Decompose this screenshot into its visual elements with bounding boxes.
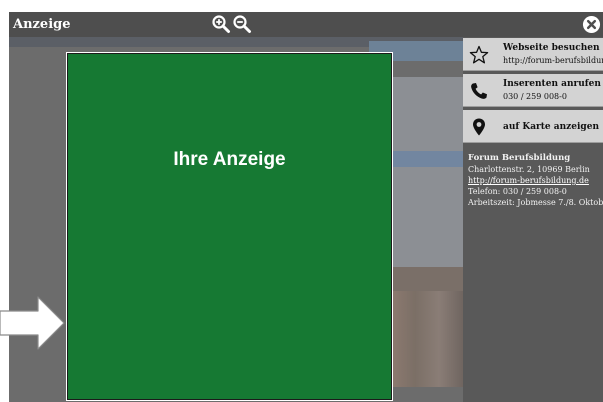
zoom-in-icon[interactable] [211,14,231,34]
star-icon [469,45,489,64]
advertiser-address: Charlottenstr. 2, 10969 Berlin [468,165,590,174]
phone-icon [471,83,487,99]
close-icon[interactable] [582,15,601,34]
visit-website-button[interactable]: Webseite besuchen http://forum-berufsbil… [463,38,603,71]
ad-viewer: Anzeige Ihre Anzeige Webseite besuchen h… [9,12,603,402]
background-photo-people [391,291,463,387]
viewer-titlebar: Anzeige [9,12,603,37]
visit-website-label: Webseite besuchen [503,43,600,53]
advertiser-info: Forum Berufsbildung Charlottenstr. 2, 10… [468,153,603,208]
advertiser-phone: Telefon: 030 / 259 008-0 [468,187,567,196]
advertiser-panel: Webseite besuchen http://forum-berufsbil… [463,37,603,402]
background-button [391,151,463,167]
show-on-map-button[interactable]: auf Karte anzeigen [463,110,603,143]
viewer-title: Anzeige [13,17,71,32]
call-advertiser-label: Inserenten anrufen [503,79,601,89]
visit-website-url: http://forum-berufsbildung [503,56,603,65]
zoom-out-icon[interactable] [232,14,252,34]
ad-preview[interactable]: Ihre Anzeige [67,53,392,400]
advertiser-name: Forum Berufsbildung [468,153,571,163]
ad-text: Ihre Anzeige [173,149,286,170]
background-column [391,77,463,267]
show-on-map-label: auf Karte anzeigen [503,122,599,132]
call-advertiser-button[interactable]: Inserenten anrufen 030 / 259 008-0 [463,74,603,107]
advertiser-hours: Arbeitszeit: Jobmesse 7./8. Oktober [468,198,603,207]
map-pin-icon [473,118,485,136]
advertiser-url-link[interactable]: http://forum-berufsbildung.de [468,176,589,185]
arrow-right-icon [0,296,65,350]
call-advertiser-phone: 030 / 259 008-0 [503,92,567,101]
